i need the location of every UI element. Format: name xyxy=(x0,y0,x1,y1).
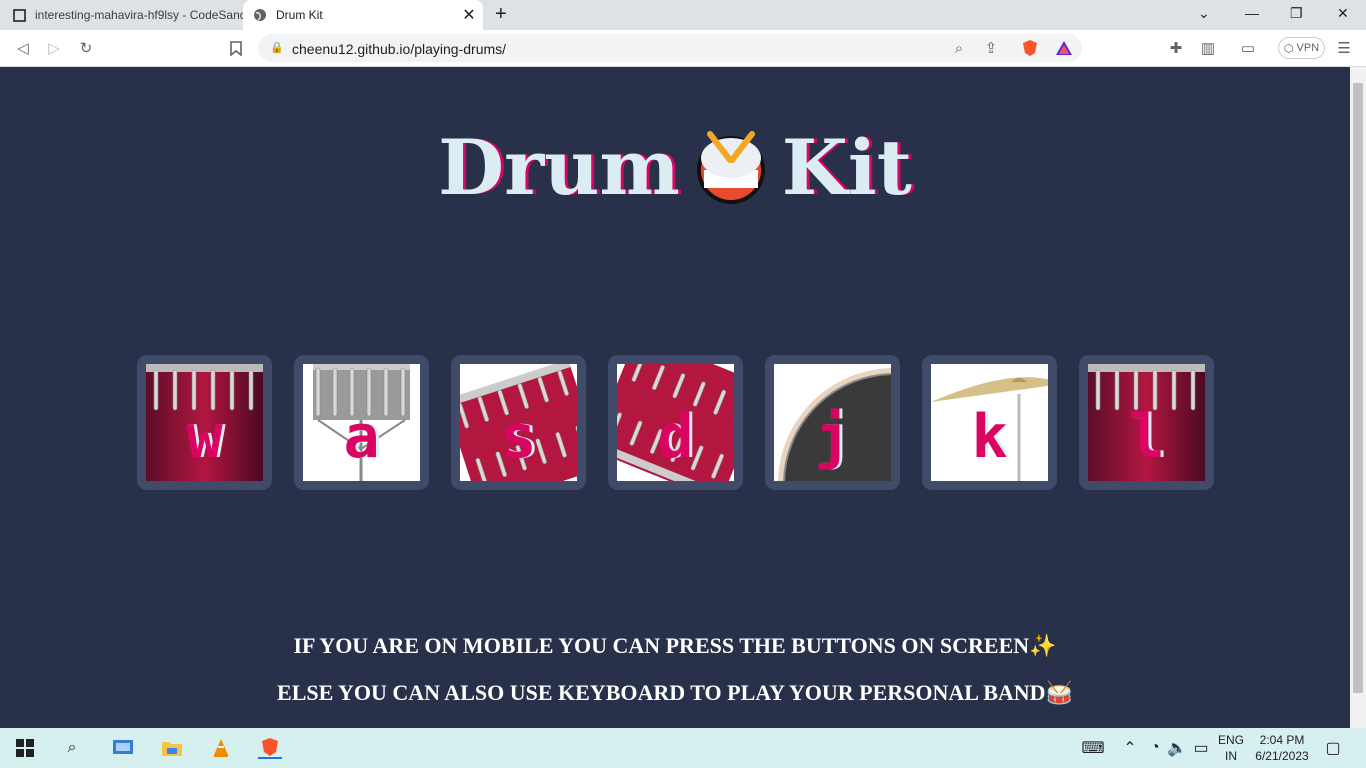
tab-codesandbox[interactable]: interesting-mahavira-hf9lsy - CodeSandbo… xyxy=(0,0,243,30)
globe-icon xyxy=(253,8,267,22)
sidebar-icon[interactable]: ▥ xyxy=(1199,39,1217,57)
file-explorer-icon[interactable] xyxy=(160,737,184,759)
browser-toolbar: ◁ ▷ ↻ 🔒 cheenu12.github.io/playing-drums… xyxy=(0,30,1366,67)
tab-strip: interesting-mahavira-hf9lsy - CodeSandbo… xyxy=(0,0,1366,30)
language-indicator[interactable]: ENG IN xyxy=(1214,732,1248,764)
drum-face: s xyxy=(460,364,577,481)
brave-rewards-icon[interactable] xyxy=(1055,39,1073,57)
tab-drum-kit[interactable]: Drum Kit ✕ xyxy=(243,0,483,30)
page-title: Drum Kit xyxy=(0,123,1350,224)
brave-browser-icon[interactable] xyxy=(258,737,282,759)
page-content: Drum Kit w a s d j k l IF YOU ARE ON MOB… xyxy=(0,67,1350,728)
tab-title: Drum Kit xyxy=(276,8,323,22)
drum-button-d[interactable]: d xyxy=(608,355,743,490)
taskbar: ⌕ ⌨ ⌃ ◔ 🔈 ▭ ENG IN 2:04 PM 6/21/2023 ▢ xyxy=(0,728,1366,768)
restore-button[interactable]: ❐ xyxy=(1290,5,1303,22)
scrollbar-thumb[interactable] xyxy=(1353,83,1363,693)
title-left: Drum xyxy=(438,123,680,212)
bookmark-icon[interactable] xyxy=(227,39,245,57)
drum-button-s[interactable]: s xyxy=(451,355,586,490)
keyboard-instruction: ELSE YOU CAN ALSO USE KEYBOARD TO PLAY Y… xyxy=(277,680,1073,705)
remote-desktop-icon[interactable] xyxy=(111,737,135,759)
forward-icon[interactable]: ▷ xyxy=(45,39,63,57)
drum-icon xyxy=(694,124,768,224)
windows-start-icon[interactable] xyxy=(13,737,37,759)
drum-button-j[interactable]: j xyxy=(765,355,900,490)
drum-button-a[interactable]: a xyxy=(294,355,429,490)
search-icon[interactable]: ⌕ xyxy=(60,737,84,759)
battery-icon[interactable]: ▭ xyxy=(1189,737,1213,759)
drum-key: a xyxy=(343,402,380,472)
notifications-icon[interactable]: ▢ xyxy=(1321,737,1345,759)
clock[interactable]: 2:04 PM 6/21/2023 xyxy=(1252,732,1312,764)
drum-set: w a s d j k l xyxy=(137,355,1214,490)
chevron-up-icon[interactable]: ⌃ xyxy=(1118,737,1142,759)
vpn-button[interactable]: ⬡ VPN xyxy=(1278,37,1325,59)
codesandbox-icon xyxy=(12,8,26,22)
extensions-icon[interactable]: ✚ xyxy=(1167,39,1185,57)
drum-face: l xyxy=(1088,364,1205,481)
drum-button-k[interactable]: k xyxy=(922,355,1057,490)
tab-search-icon[interactable]: ⌄ xyxy=(1198,5,1210,22)
menu-icon[interactable]: ☰ xyxy=(1335,39,1353,57)
title-right: Kit xyxy=(781,123,912,212)
drum-key: w xyxy=(186,402,223,472)
minimize-button[interactable]: — xyxy=(1245,5,1259,21)
date: 6/21/2023 xyxy=(1255,749,1309,763)
tab-title: interesting-mahavira-hf9lsy - CodeSandbo… xyxy=(35,8,243,22)
url-text: cheenu12.github.io/playing-drums/ xyxy=(292,41,507,57)
language: ENG xyxy=(1217,733,1244,747)
share-icon[interactable]: ⇪ xyxy=(982,39,1000,57)
lock-icon: 🔒 xyxy=(270,42,284,54)
vlc-icon[interactable] xyxy=(209,737,233,759)
drum-button-w[interactable]: w xyxy=(137,355,272,490)
vpn-label: VPN xyxy=(1296,42,1320,54)
address-bar[interactable]: 🔒 cheenu12.github.io/playing-drums/ ⌕ ⇪ xyxy=(258,34,1082,62)
drum-key: s xyxy=(500,402,537,472)
drum-face: j xyxy=(774,364,891,481)
brave-shields-icon[interactable] xyxy=(1021,39,1039,57)
drum-key: l xyxy=(1128,402,1165,472)
drum-face: a xyxy=(303,364,420,481)
keyboard-icon[interactable]: ⌨ xyxy=(1081,737,1105,759)
drum-face: w xyxy=(146,364,263,481)
close-tab-icon[interactable]: ✕ xyxy=(459,5,479,25)
zoom-icon[interactable]: ⌕ xyxy=(950,39,968,57)
drum-key: k xyxy=(971,402,1008,472)
time: 2:04 PM xyxy=(1259,733,1305,747)
back-icon[interactable]: ◁ xyxy=(14,39,32,57)
drum-key: j xyxy=(814,402,851,472)
reload-icon[interactable]: ↻ xyxy=(77,39,95,57)
drum-face: k xyxy=(931,364,1048,481)
region: IN xyxy=(1225,749,1237,763)
close-window-button[interactable]: ✕ xyxy=(1337,5,1349,22)
drum-key: d xyxy=(657,402,694,472)
wallet-icon[interactable]: ▭ xyxy=(1239,39,1257,57)
new-tab-button[interactable]: + xyxy=(495,3,507,26)
volume-icon[interactable]: 🔈 xyxy=(1165,737,1189,759)
network-icon[interactable]: ◔ xyxy=(1143,737,1167,759)
mobile-instruction: IF YOU ARE ON MOBILE YOU CAN PRESS THE B… xyxy=(293,633,1057,658)
drum-face: d xyxy=(617,364,734,481)
page-scrollbar[interactable] xyxy=(1350,67,1366,728)
drum-button-l[interactable]: l xyxy=(1079,355,1214,490)
